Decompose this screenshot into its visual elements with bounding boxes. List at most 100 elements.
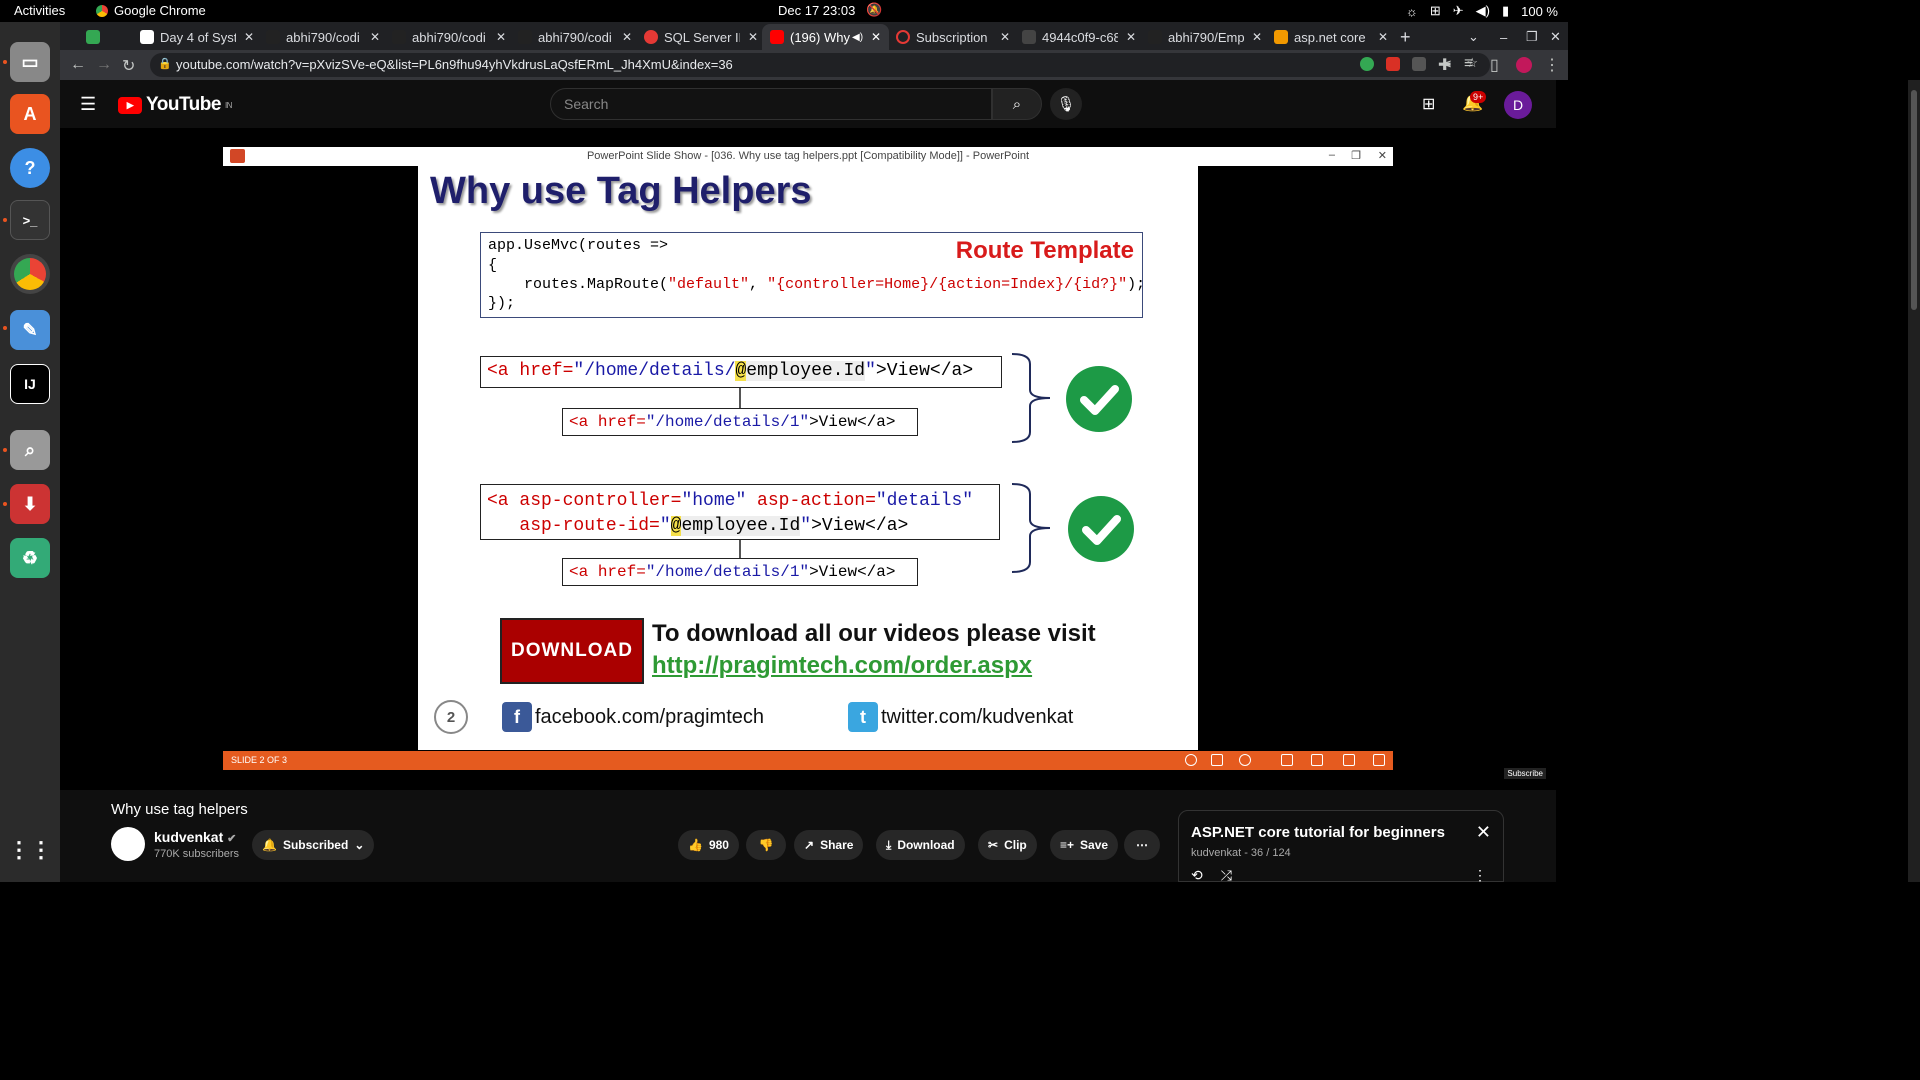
- app-menu[interactable]: Google Chrome: [96, 3, 206, 18]
- tab-6-active[interactable]: (196) Why ◀) ✕: [762, 24, 890, 50]
- extension-icon[interactable]: [1386, 57, 1400, 71]
- hamburger-menu-icon[interactable]: ☰: [80, 94, 96, 115]
- tab-1[interactable]: Day 4 of Syst ✕: [132, 24, 262, 50]
- more-actions-button[interactable]: ⋯: [1124, 830, 1160, 860]
- slideshow-icon: [1373, 754, 1385, 766]
- clock[interactable]: Dec 17 23:03: [778, 3, 855, 18]
- tab-search-icon[interactable]: ⌄: [1460, 24, 1487, 50]
- system-tray[interactable]: ☼ ⊞ ✈ ◀) ▮ 100 %: [1406, 3, 1558, 19]
- close-icon[interactable]: ✕: [1252, 30, 1262, 44]
- more-vert-icon[interactable]: ⋮: [1473, 867, 1487, 884]
- youtube-logo[interactable]: ▶ YouTube IN: [118, 94, 232, 116]
- extension-icon[interactable]: [1412, 57, 1426, 71]
- close-icon[interactable]: ✕: [622, 30, 632, 44]
- playlist-title[interactable]: ASP.NET core tutorial for beginners: [1191, 824, 1445, 841]
- running-indicator: [3, 60, 7, 64]
- channel-avatar[interactable]: [111, 827, 145, 861]
- downloader-icon[interactable]: ⬇: [10, 484, 50, 524]
- intellij-icon[interactable]: IJ: [10, 364, 50, 404]
- tab-2[interactable]: abhi790/codi ✕: [258, 24, 388, 50]
- dislike-button[interactable]: 👎: [746, 830, 786, 860]
- scrollbar-thumb[interactable]: [1911, 90, 1917, 310]
- download-button[interactable]: ⤓ Download: [876, 830, 965, 860]
- address-bar[interactable]: 🔒 youtube.com/watch?v=pXvizSVe-eQ&list=P…: [150, 53, 1490, 77]
- close-icon[interactable]: ✕: [1000, 30, 1010, 44]
- new-tab-button[interactable]: +: [1392, 24, 1419, 50]
- show-apps-icon[interactable]: ⋮⋮: [8, 830, 52, 870]
- create-video-icon[interactable]: ⊞: [1422, 94, 1435, 114]
- save-button[interactable]: ≡+ Save: [1050, 830, 1119, 860]
- tab-5[interactable]: SQL Server IN ✕: [636, 24, 766, 50]
- tab-title: asp.net core: [1294, 29, 1366, 45]
- close-icon[interactable]: ✕: [496, 30, 506, 44]
- minimize-icon[interactable]: –: [1492, 24, 1515, 50]
- microphone-icon[interactable]: 🎙: [1050, 88, 1082, 120]
- rendered-output-2: <a href="/home/details/1">View</a>: [562, 558, 918, 586]
- tab-9[interactable]: abhi790/Emp ✕: [1140, 24, 1270, 50]
- tab-8[interactable]: 4944c0f9-c68 ✕: [1014, 24, 1144, 50]
- search-input[interactable]: Search: [550, 88, 992, 120]
- tab-4[interactable]: abhi790/codi ✕: [510, 24, 640, 50]
- close-icon[interactable]: ✕: [244, 30, 254, 44]
- slide-counter: SLIDE 2 OF 3: [231, 755, 288, 765]
- forward-icon[interactable]: →: [96, 56, 112, 74]
- back-icon[interactable]: ←: [70, 56, 86, 74]
- software-center-icon[interactable]: A: [10, 94, 50, 134]
- help-icon[interactable]: ?: [10, 148, 50, 188]
- trash-icon[interactable]: ♻: [10, 538, 50, 578]
- battery-level: 100 %: [1521, 3, 1558, 19]
- arrow-down: [739, 540, 741, 558]
- subscribed-button[interactable]: 🔔 Subscribed ⌄: [252, 830, 375, 860]
- files-icon[interactable]: ▭: [10, 42, 50, 82]
- reading-list-icon[interactable]: ≡: [1464, 55, 1473, 73]
- close-window-icon[interactable]: ✕: [1542, 24, 1569, 50]
- close-icon[interactable]: ✕: [370, 30, 380, 44]
- tab-0[interactable]: [78, 24, 114, 50]
- slide-sorter-icon: [1311, 754, 1323, 766]
- side-panel-icon[interactable]: ▯: [1490, 55, 1499, 75]
- reading-view-icon: [1343, 754, 1355, 766]
- brace-2: [1011, 483, 1051, 573]
- tab-title: Subscription: [916, 29, 988, 45]
- close-icon[interactable]: ✕: [1126, 30, 1136, 44]
- close-icon[interactable]: ✕: [1378, 30, 1388, 44]
- search-tool-icon[interactable]: ⌕: [10, 430, 50, 470]
- chrome-icon: [96, 4, 108, 17]
- lock-icon[interactable]: 🔒: [158, 57, 172, 70]
- chrome-menu-icon[interactable]: ⋮: [1544, 55, 1560, 75]
- account-avatar[interactable]: D: [1504, 91, 1532, 119]
- close-icon[interactable]: ✕: [748, 30, 758, 44]
- download-text: To download all our videos please visit: [652, 620, 1096, 647]
- tab-3[interactable]: abhi790/codi ✕: [384, 24, 514, 50]
- activities-button[interactable]: Activities: [14, 3, 65, 18]
- search-icon[interactable]: ⌕: [992, 88, 1042, 120]
- region-code: IN: [224, 100, 233, 110]
- tab-7[interactable]: Subscription ✕: [888, 24, 1018, 50]
- video-player[interactable]: PowerPoint Slide Show - [036. Why use ta…: [60, 128, 1556, 790]
- loop-icon[interactable]: ⟲: [1191, 867, 1203, 884]
- close-icon[interactable]: ✕: [871, 30, 881, 44]
- audio-playing-icon[interactable]: ◀): [852, 32, 863, 43]
- extensions-puzzle-icon[interactable]: ✚: [1438, 55, 1451, 75]
- channel-name[interactable]: kudvenkat ✔: [154, 829, 236, 845]
- tab-favicon: [1148, 30, 1162, 44]
- profile-avatar[interactable]: [1516, 57, 1532, 73]
- reload-icon[interactable]: ↻: [122, 56, 135, 76]
- terminal-icon[interactable]: >_: [10, 200, 50, 240]
- chrome-dock-icon[interactable]: [10, 254, 50, 294]
- close-icon[interactable]: ✕: [1476, 822, 1491, 843]
- tab-favicon: [644, 30, 658, 44]
- page-scrollbar[interactable]: [1908, 80, 1920, 882]
- tab-title: abhi790/codi: [286, 29, 360, 45]
- tab-title: (196) Why: [790, 29, 850, 45]
- powerpoint-icon: [230, 149, 245, 163]
- share-button[interactable]: ↗ Share: [794, 830, 864, 860]
- playlist-add-icon: ≡+: [1060, 838, 1075, 852]
- text-editor-icon[interactable]: ✎: [10, 310, 50, 350]
- subscribe-watermark[interactable]: Subscribe: [1504, 768, 1546, 779]
- shuffle-icon[interactable]: ⤮: [1221, 867, 1232, 884]
- tab-10[interactable]: asp.net core ✕: [1266, 24, 1396, 50]
- clip-button[interactable]: ✂ Clip: [978, 830, 1037, 860]
- extension-icon[interactable]: [1360, 57, 1374, 71]
- like-button[interactable]: 👍 980: [678, 830, 739, 860]
